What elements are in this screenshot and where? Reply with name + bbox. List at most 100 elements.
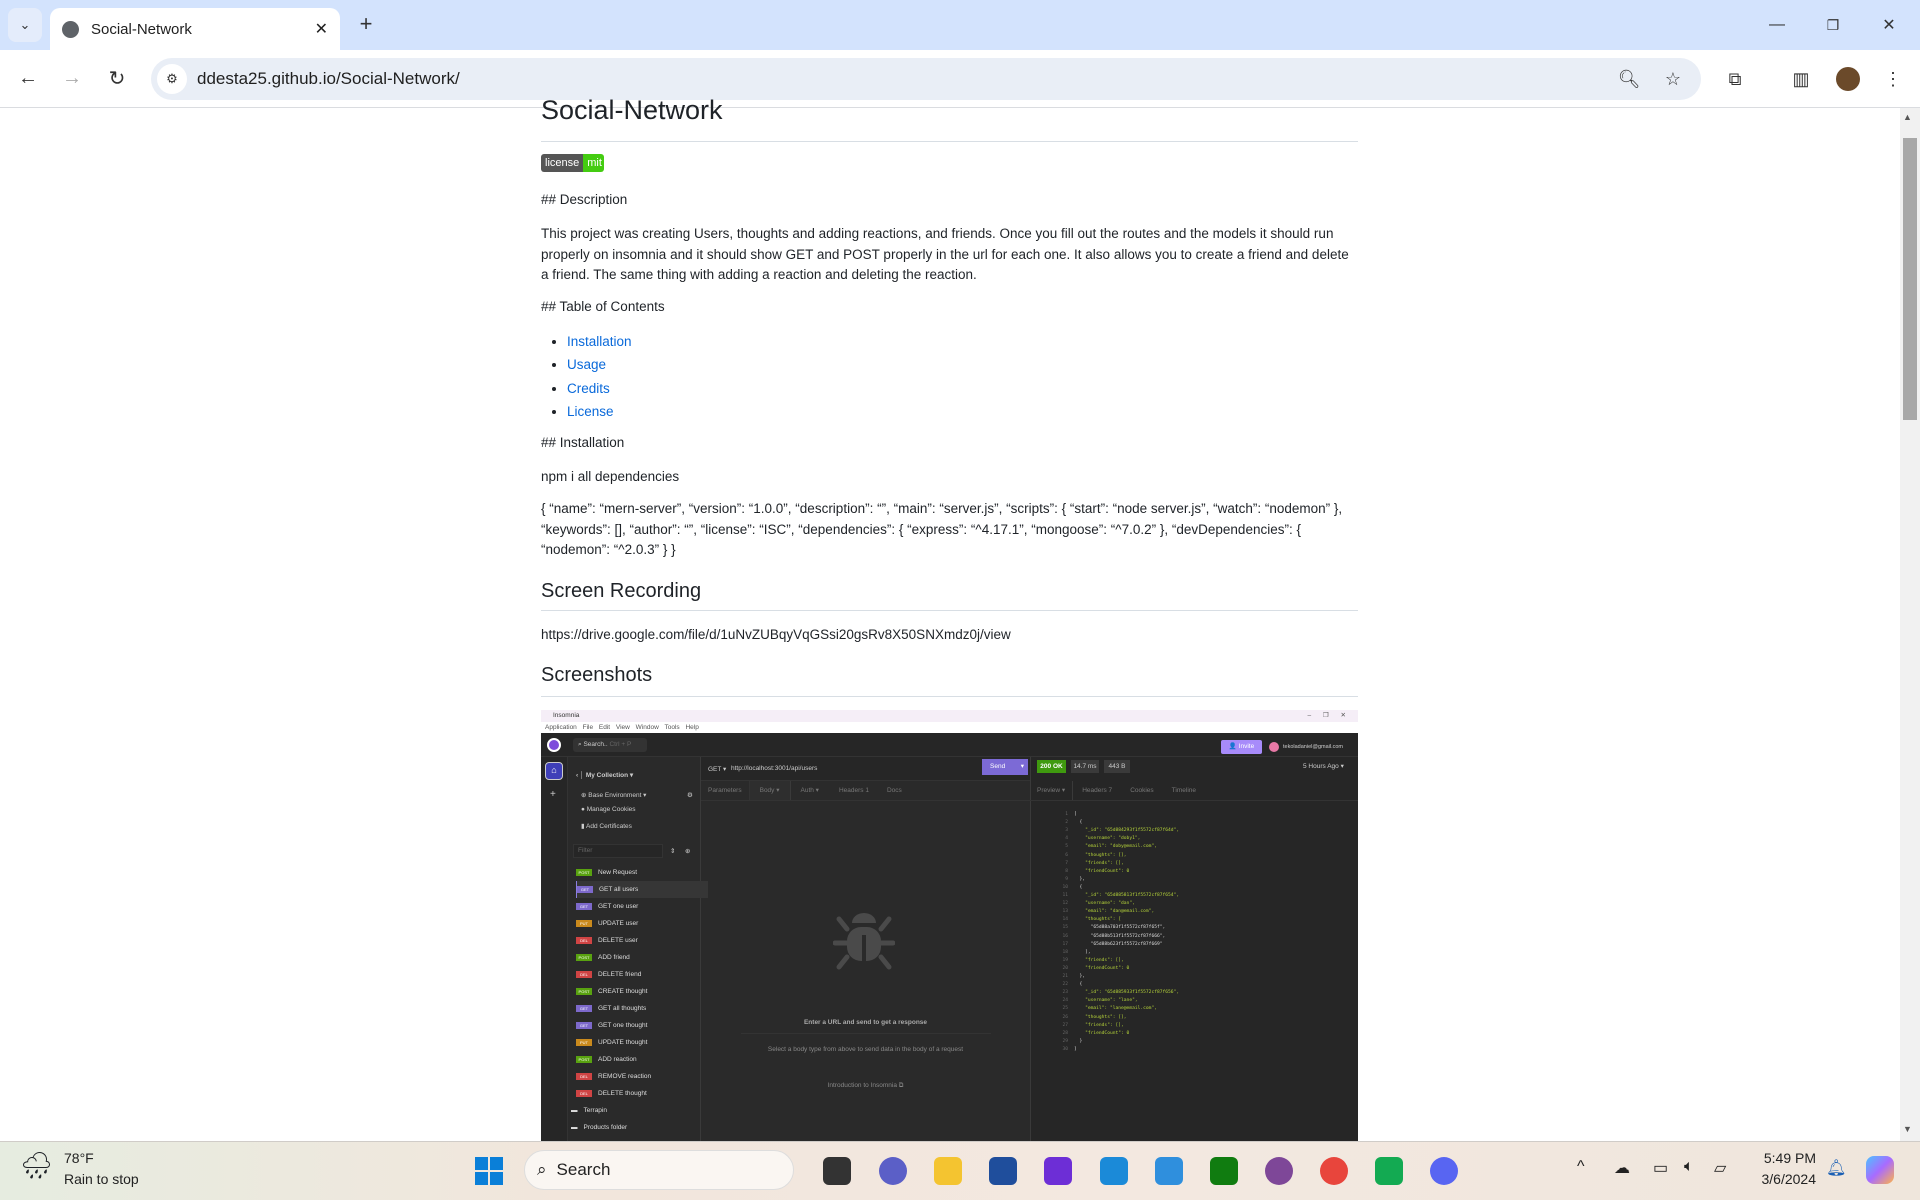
clock-date[interactable]: 3/6/2024	[1746, 1171, 1817, 1187]
scroll-up-icon[interactable]: ▲	[1903, 112, 1912, 122]
json-line: 12 "username": "dan",	[1054, 900, 1134, 908]
new-tab-button[interactable]: +	[352, 10, 380, 38]
edge-icon[interactable]	[1100, 1157, 1128, 1185]
profile-avatar[interactable]	[1836, 67, 1860, 91]
extensions-icon[interactable]: ⧉	[1722, 66, 1748, 92]
line-number: 19	[1062, 957, 1068, 963]
send-button: Send ▾	[982, 759, 1028, 775]
minimize-button[interactable]: —	[1762, 10, 1792, 40]
request-item: DEL DELETE thought	[576, 1085, 708, 1102]
json-line: 16 "65d88b513f1f5572cf87f666",	[1054, 933, 1165, 941]
request-label: UPDATE thought	[598, 1039, 648, 1046]
notification-bell-icon[interactable]: 🔔︎	[1826, 1158, 1846, 1178]
address-bar[interactable]: ddesta25.github.io/Social-Network/	[151, 58, 1701, 100]
json-code: ]	[1074, 1046, 1077, 1052]
file-explorer-dark-icon[interactable]	[823, 1157, 851, 1185]
show-hidden-icons[interactable]: ^	[1577, 1158, 1585, 1176]
battery-icon[interactable]: ▱	[1714, 1158, 1726, 1178]
request-item: POST ADD reaction	[576, 1051, 708, 1068]
xbox-icon[interactable]	[1210, 1157, 1238, 1185]
json-line: 9 },	[1054, 876, 1085, 884]
method-badge: PUT	[576, 919, 592, 927]
toc-heading: ## Table of Contents	[541, 299, 665, 314]
folder-label: Products folder	[583, 1124, 628, 1131]
zoom-icon[interactable]: 🔍︎	[1616, 66, 1642, 92]
copilot-icon[interactable]	[1866, 1156, 1894, 1184]
method-badge: POST	[576, 868, 592, 876]
toc-link-credits[interactable]: Credits	[567, 381, 610, 396]
back-button[interactable]: ←	[14, 64, 42, 92]
scroll-down-icon[interactable]: ▼	[1903, 1124, 1912, 1134]
browser-tab[interactable]: Social-Network ✕	[50, 8, 340, 50]
toc-link-usage[interactable]: Usage	[567, 357, 606, 372]
tab-search-chevron-icon[interactable]: ⌄	[8, 8, 42, 42]
method-badge: GET	[576, 902, 592, 910]
response-time: 14.7 ms	[1071, 760, 1099, 773]
tab-parameters: Parameters	[701, 781, 750, 800]
badge-right: mit	[583, 154, 604, 172]
file-explorer-icon[interactable]	[934, 1157, 962, 1185]
external-link-icon: ⧉	[898, 1082, 904, 1089]
toc-link-installation[interactable]: Installation	[567, 334, 632, 349]
chevron-down-icon: ▾	[1020, 763, 1024, 770]
app-title: Insomnia	[553, 712, 580, 719]
volume-icon[interactable]: 🔈︎	[1684, 1158, 1694, 1176]
line-number: 1	[1065, 812, 1068, 817]
toc-link-license[interactable]: License	[567, 404, 614, 419]
close-tab-icon[interactable]: ✕	[315, 19, 328, 39]
json-line: 19 "friends": [],	[1054, 957, 1123, 965]
taskbar-search[interactable]: ⌕ Search	[524, 1150, 794, 1190]
search-shortcut: Ctrl + P	[609, 741, 632, 748]
line-number: 17	[1062, 941, 1068, 947]
weather-temp[interactable]: 78°F	[64, 1150, 94, 1166]
clock-time[interactable]: 5:49 PM	[1756, 1150, 1816, 1166]
vscode-icon[interactable]	[1155, 1157, 1183, 1185]
forward-button[interactable]: →	[58, 64, 86, 92]
intro-link-label: Introduction to Insomnia	[827, 1082, 897, 1089]
json-line: 6 "thoughts": [],	[1054, 852, 1126, 860]
weather-desc[interactable]: Rain to stop	[64, 1171, 139, 1187]
line-number: 29	[1062, 1038, 1068, 1044]
tor-icon[interactable]	[1265, 1157, 1293, 1185]
microsoft-store-icon[interactable]	[989, 1157, 1017, 1185]
network-icon[interactable]: ▭	[1653, 1158, 1668, 1178]
taskbar-search-label: Search	[556, 1160, 611, 1179]
method-badge: DEL	[576, 1072, 592, 1080]
invite-label: Invite	[1238, 743, 1255, 750]
reload-button[interactable]: ↻	[103, 64, 131, 92]
close-window-button[interactable]: ✕	[1874, 10, 1904, 40]
bookmark-star-icon[interactable]: ☆	[1660, 66, 1686, 92]
teams-icon[interactable]	[879, 1157, 907, 1185]
request-label: DELETE user	[598, 937, 638, 944]
divider	[541, 696, 1358, 697]
chrome-menu-icon[interactable]: ⋮	[1880, 66, 1906, 92]
add-icon: ⊕	[685, 848, 691, 855]
json-code: }	[1074, 1038, 1083, 1044]
proton-icon[interactable]	[1044, 1157, 1072, 1185]
line-number: 20	[1062, 965, 1068, 971]
request-label: REMOVE reaction	[598, 1073, 652, 1080]
account-email: tekoladaniel@gmail.com	[1283, 744, 1344, 750]
home-icon: ⌂	[545, 762, 563, 780]
json-code: "_id": "65d885933f1f5572cf87f656",	[1074, 990, 1180, 996]
url-text[interactable]: ddesta25.github.io/Social-Network/	[197, 69, 460, 89]
empty-state-hint: Select a body type from above to send da…	[767, 1046, 964, 1053]
bug-icon	[833, 913, 895, 970]
method-badge: DEL	[576, 1089, 592, 1097]
line-number: 10	[1062, 884, 1068, 890]
tab-timeline: Timeline	[1171, 787, 1196, 794]
scrollbar-thumb[interactable]	[1903, 138, 1917, 420]
site-info-icon[interactable]: ⚙	[157, 64, 187, 94]
line-number: 27	[1062, 1022, 1068, 1028]
weather-rain-icon[interactable]: 🌧︎	[20, 1150, 53, 1181]
line-number: 14	[1062, 917, 1068, 923]
discord-icon[interactable]	[1430, 1157, 1458, 1185]
onedrive-icon[interactable]: ☁	[1614, 1158, 1630, 1178]
start-button[interactable]	[475, 1157, 503, 1185]
chrome-icon[interactable]	[1320, 1157, 1348, 1185]
tab-res-headers: Headers 7	[1082, 787, 1113, 794]
restore-button[interactable]: ❐	[1818, 10, 1848, 40]
side-panel-icon[interactable]: ▥	[1788, 66, 1814, 92]
json-line: 27 "friends": [],	[1054, 1022, 1123, 1030]
mongodb-compass-icon[interactable]	[1375, 1157, 1403, 1185]
